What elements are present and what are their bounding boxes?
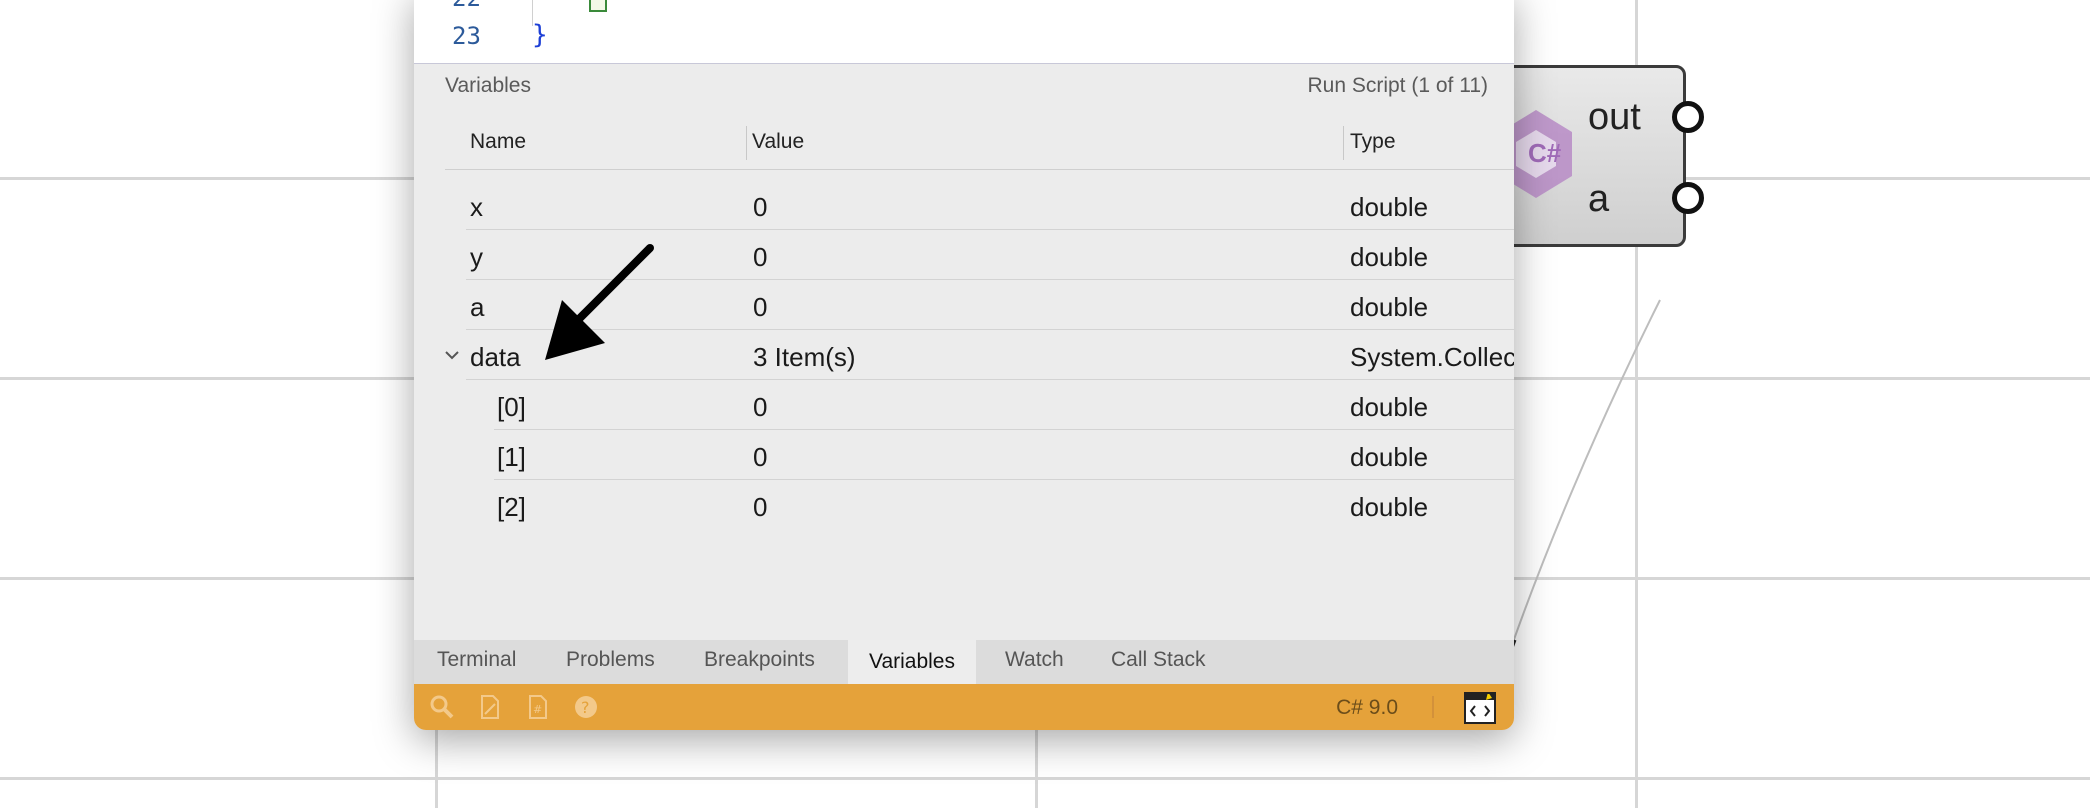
arrow-annotation — [545, 244, 654, 360]
